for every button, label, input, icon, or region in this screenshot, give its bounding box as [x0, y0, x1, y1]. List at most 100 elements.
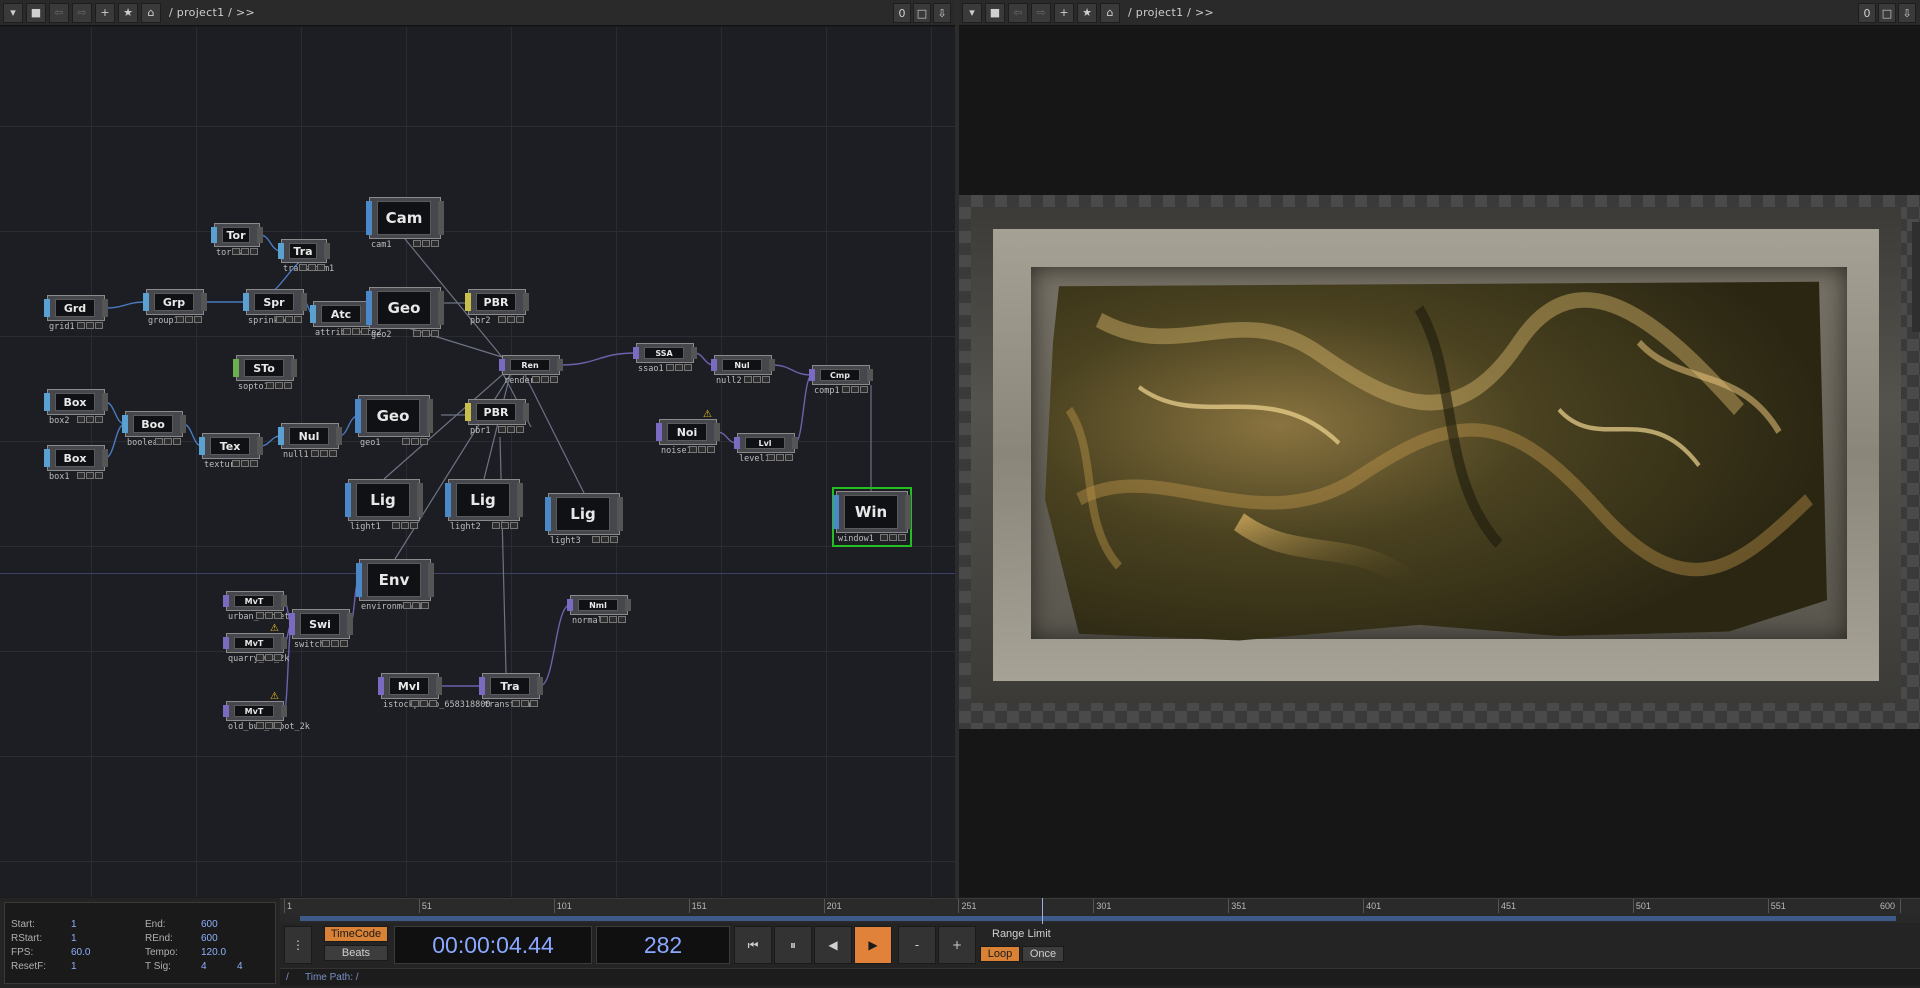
node-flag[interactable]	[402, 438, 410, 445]
node-flag[interactable]	[274, 612, 282, 619]
node-flag[interactable]	[698, 446, 706, 453]
node-input-connector[interactable]	[734, 437, 740, 449]
node-flag[interactable]	[329, 450, 337, 457]
node-flag[interactable]	[776, 454, 784, 461]
node-output-connector[interactable]	[257, 437, 263, 455]
maximize-button[interactable]: □	[1878, 3, 1896, 23]
rewind-to-start-icon[interactable]: ⏮	[734, 926, 772, 964]
pause-icon[interactable]: ⏸	[774, 926, 812, 964]
node-output-connector[interactable]	[438, 291, 444, 325]
rend-value[interactable]: 600	[201, 933, 218, 944]
node-output-connector[interactable]	[438, 201, 444, 235]
node-input-connector[interactable]	[44, 449, 50, 467]
node-input-connector[interactable]	[355, 399, 361, 433]
node-name[interactable]: noise1	[661, 446, 692, 456]
node-flag[interactable]	[851, 386, 859, 393]
node-input-connector[interactable]	[499, 359, 505, 371]
node-flag[interactable]	[265, 654, 273, 661]
node-atc[interactable]: Atcattribcreate2	[310, 301, 382, 338]
node-input-connector[interactable]	[809, 369, 815, 381]
node-input-connector[interactable]	[223, 705, 229, 717]
node-flag[interactable]	[492, 522, 500, 529]
timecode-toggle[interactable]: TimeCode	[324, 926, 388, 942]
node-input-connector[interactable]	[445, 483, 451, 517]
node-mvt1[interactable]: MvTurban_street	[223, 591, 289, 622]
node-flags[interactable]	[492, 522, 519, 529]
node-flag[interactable]	[666, 364, 674, 371]
node-flag[interactable]	[265, 612, 273, 619]
frame-display[interactable]: 282	[596, 926, 730, 964]
split-button[interactable]: ⇩	[933, 3, 951, 23]
node-flag[interactable]	[880, 534, 888, 541]
node-flag[interactable]	[889, 534, 897, 541]
node-flag[interactable]	[498, 316, 506, 323]
node-flag[interactable]	[512, 700, 520, 707]
step-forward-button[interactable]: +	[938, 926, 976, 964]
node-flag[interactable]	[600, 616, 608, 623]
node-flag[interactable]	[610, 536, 618, 543]
node-input-connector[interactable]	[44, 299, 50, 317]
node-output-connector[interactable]	[102, 299, 108, 317]
node-flag[interactable]	[194, 316, 202, 323]
node-tra1[interactable]: Tratransform1	[278, 239, 334, 274]
pane-menu-button[interactable]: ▾	[962, 2, 982, 23]
node-flag[interactable]	[898, 534, 906, 541]
node-flag[interactable]	[411, 438, 419, 445]
node-flag[interactable]	[684, 364, 692, 371]
node-flag[interactable]	[256, 654, 264, 661]
node-flag[interactable]	[299, 264, 307, 271]
node-flags[interactable]	[880, 534, 907, 541]
node-cmp[interactable]: Cmp comp1	[809, 365, 873, 396]
node-flag[interactable]	[155, 438, 163, 445]
node-flags[interactable]	[311, 450, 338, 457]
node-flag[interactable]	[77, 472, 85, 479]
node-flag[interactable]	[689, 446, 697, 453]
node-output-connector[interactable]	[769, 359, 775, 371]
node-flags[interactable]	[402, 438, 429, 445]
node-flag[interactable]	[753, 376, 761, 383]
node-flags[interactable]	[77, 322, 104, 329]
node-flag[interactable]	[516, 426, 524, 433]
node-flag[interactable]	[413, 240, 421, 247]
home-button[interactable]: ⌂	[141, 2, 161, 23]
node-flags[interactable]	[256, 654, 283, 661]
node-flag[interactable]	[507, 426, 515, 433]
node-flags[interactable]	[498, 426, 525, 433]
node-flags[interactable]	[592, 536, 619, 543]
node-flag[interactable]	[77, 416, 85, 423]
node-flag[interactable]	[185, 316, 193, 323]
node-output-connector[interactable]	[281, 705, 287, 717]
node-input-connector[interactable]	[122, 415, 128, 433]
node-flag[interactable]	[421, 602, 429, 609]
wire[interactable]	[104, 301, 147, 309]
wire[interactable]	[771, 364, 813, 376]
node-output-connector[interactable]	[427, 399, 433, 433]
node-flag[interactable]	[431, 330, 439, 337]
range-bar[interactable]	[280, 915, 1920, 923]
node-output-connector[interactable]	[517, 483, 523, 517]
node-flag[interactable]	[95, 416, 103, 423]
node-flags[interactable]	[276, 316, 303, 323]
node-output-connector[interactable]	[691, 347, 697, 359]
node-spr[interactable]: Spr sprinkle1	[243, 289, 307, 326]
node-flag[interactable]	[550, 376, 558, 383]
node-geo1[interactable]: Geo geo1	[355, 395, 433, 448]
time-path-slash[interactable]: /	[286, 972, 289, 983]
node-ssa[interactable]: SSA ssao1	[633, 343, 697, 374]
node-flags[interactable]	[176, 316, 203, 323]
node-flags[interactable]	[767, 454, 794, 461]
node-flag[interactable]	[767, 454, 775, 461]
node-ren[interactable]: Ren render1	[499, 355, 563, 386]
node-cam[interactable]: Cam cam1	[366, 197, 444, 250]
add-button[interactable]: +	[1054, 2, 1074, 23]
node-flags[interactable]	[392, 522, 419, 529]
play-reverse-icon[interactable]: ◀	[814, 926, 852, 964]
collapse-button[interactable]: ⋮	[284, 926, 312, 964]
forward-button[interactable]: ⇨	[1031, 2, 1051, 23]
node-output-connector[interactable]	[523, 293, 529, 311]
node-flags[interactable]	[256, 722, 283, 729]
viewer-pane[interactable]	[959, 27, 1920, 897]
node-lig1[interactable]: Lig light1	[345, 479, 423, 532]
back-button[interactable]: ⇦	[1008, 2, 1028, 23]
node-flag[interactable]	[521, 700, 529, 707]
